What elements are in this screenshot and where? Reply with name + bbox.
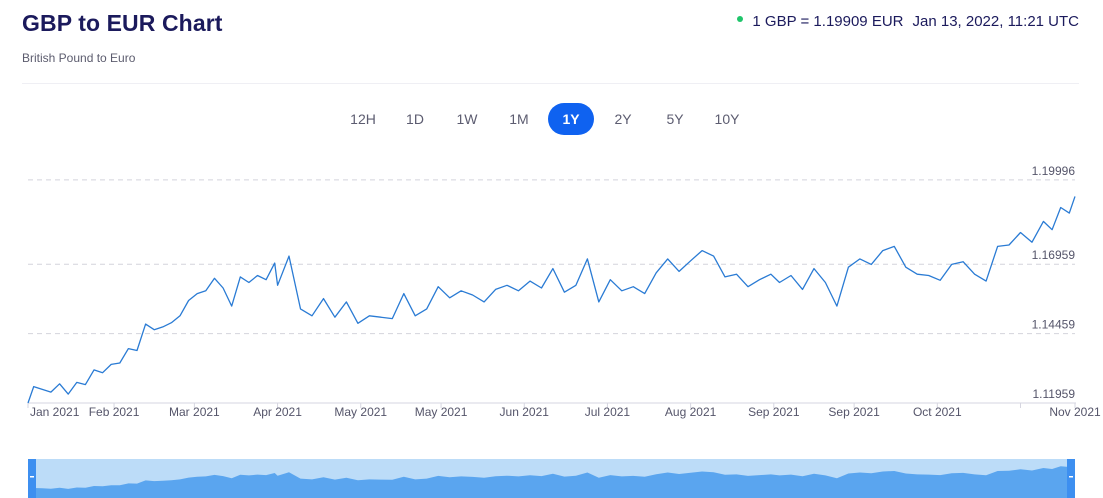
x-tick-label: Feb 2021 bbox=[89, 405, 140, 419]
navigator-right-handle[interactable] bbox=[1067, 459, 1075, 498]
x-tick-label: Aug 2021 bbox=[665, 405, 717, 419]
x-tick-label: Sep 2021 bbox=[748, 405, 800, 419]
range-navigator[interactable] bbox=[28, 459, 1075, 498]
rate-value: 1 GBP = 1.19909 EUR bbox=[752, 13, 904, 30]
gbp-eur-rate-line bbox=[27, 196, 1076, 404]
x-tick-label: Sep 2021 bbox=[828, 405, 880, 419]
x-tick-label: Nov 2021 bbox=[1049, 405, 1101, 419]
y-axis-labels: 1.11959 1.14459 1.16959 1.19996 bbox=[1032, 164, 1076, 401]
range-1m-button[interactable]: 1M bbox=[496, 103, 542, 135]
range-2y-button[interactable]: 2Y bbox=[600, 103, 646, 135]
x-tick-label: Apr 2021 bbox=[253, 405, 302, 419]
range-5y-button[interactable]: 5Y bbox=[652, 103, 698, 135]
range-1w-button[interactable]: 1W bbox=[444, 103, 490, 135]
x-axis: Jan 2021 Feb 2021 Mar 2021 Apr 2021 May 2021… bbox=[27, 403, 1101, 419]
gridlines bbox=[28, 179, 1075, 335]
exchange-rate-chart[interactable]: 1.11959 1.14459 1.16959 1.19996 Jan 2021 Feb… bbox=[0, 0, 1103, 498]
range-1y-button[interactable]: 1Y bbox=[548, 103, 594, 135]
x-tick-label: Jun 2021 bbox=[500, 405, 550, 419]
range-10y-button[interactable]: 10Y bbox=[704, 103, 750, 135]
page-title: GBP to EUR Chart bbox=[22, 10, 223, 36]
y-tick-label: 1.19996 bbox=[1032, 164, 1076, 178]
page-subtitle: British Pound to Euro bbox=[22, 51, 136, 65]
x-tick-label: Oct 2021 bbox=[913, 405, 962, 419]
range-1d-button[interactable]: 1D bbox=[392, 103, 438, 135]
y-tick-label: 1.14459 bbox=[1032, 318, 1076, 332]
x-tick-label: May 2021 bbox=[415, 405, 468, 419]
navigator-left-handle[interactable] bbox=[28, 459, 36, 498]
x-tick-label: Mar 2021 bbox=[169, 405, 220, 419]
range-12h-button[interactable]: 12H bbox=[340, 103, 386, 135]
x-tick-label: May 2021 bbox=[334, 405, 387, 419]
navigator-right-grip bbox=[1069, 476, 1073, 478]
current-rate: 1 GBP = 1.19909 EUR Jan 13, 2022, 11:21 … bbox=[737, 13, 1079, 30]
time-range-selector: 12H 1D 1W 1M 1Y 2Y 5Y 10Y bbox=[340, 103, 750, 135]
x-tick-label: Jul 2021 bbox=[585, 405, 631, 419]
navigator-left-grip bbox=[30, 476, 34, 478]
y-tick-label: 1.11959 bbox=[1033, 387, 1076, 401]
header-divider bbox=[22, 83, 1079, 84]
rate-timestamp: Jan 13, 2022, 11:21 UTC bbox=[912, 13, 1080, 30]
live-status-dot bbox=[737, 15, 744, 22]
x-tick-label: Jan 2021 bbox=[30, 405, 80, 419]
y-tick-label: 1.16959 bbox=[1032, 248, 1076, 262]
